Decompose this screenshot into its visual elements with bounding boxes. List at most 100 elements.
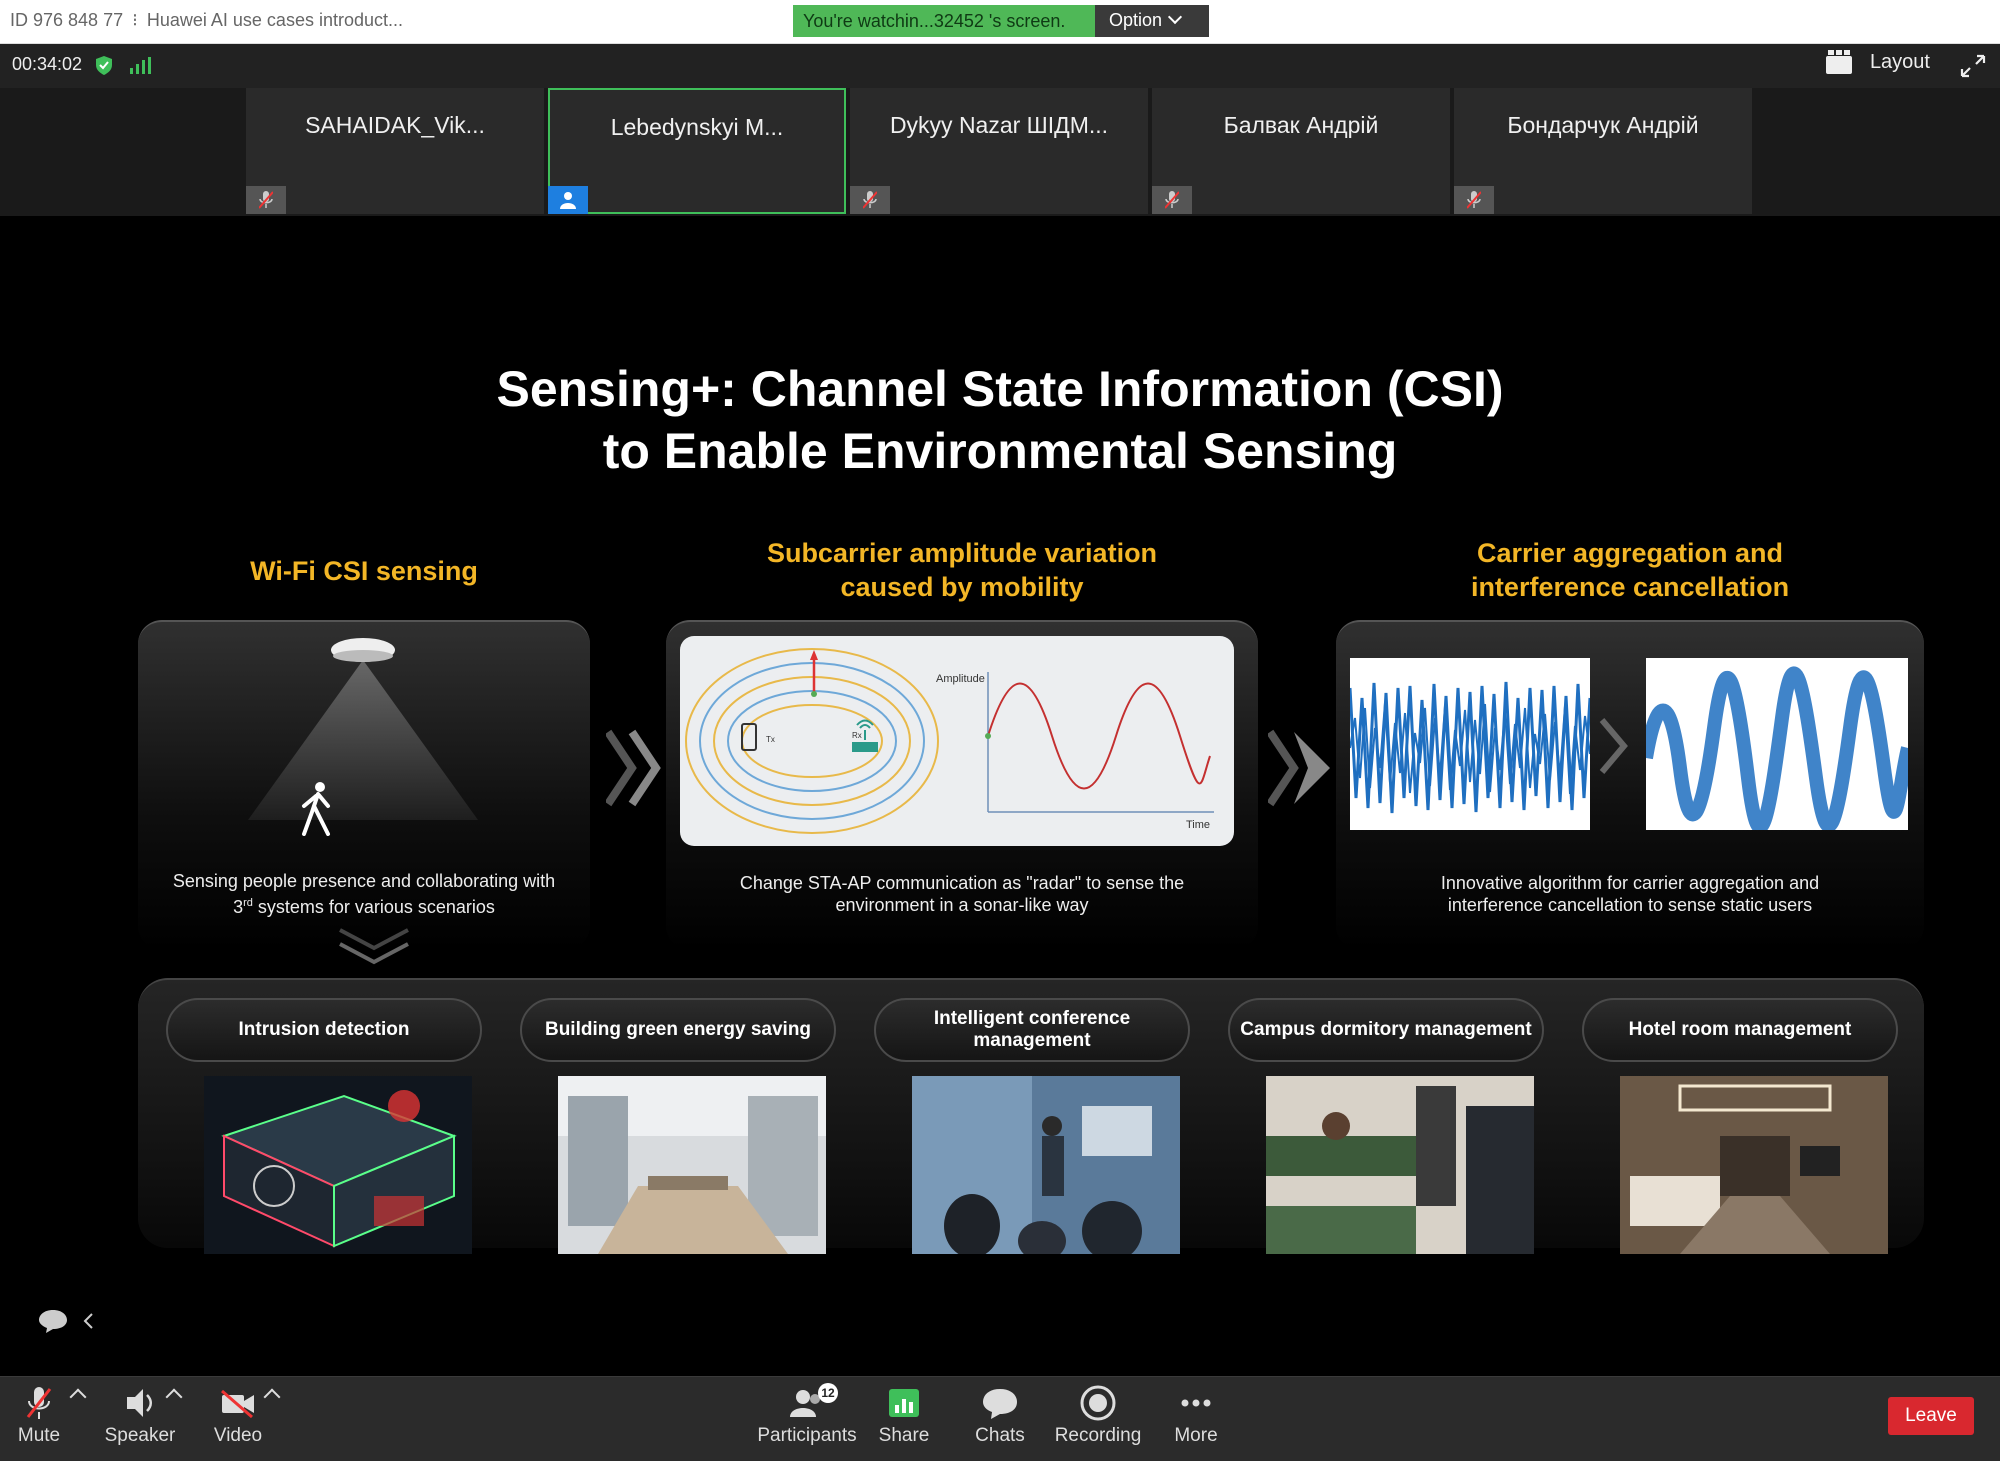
caption-line: interference cancellation to sense stati… <box>1447 895 1813 915</box>
scenario-label: Intelligent conference management <box>874 998 1190 1062</box>
screen-share-banner: You're watchin...32452 's screen. Option <box>793 5 1209 37</box>
participant-tile-active-speaker[interactable]: Lebedynskyi M... <box>548 88 846 214</box>
mute-button[interactable]: Mute <box>0 1383 78 1459</box>
intrusion-floorplan-image <box>204 1076 472 1254</box>
participant-tile[interactable]: Балвак Андрій <box>1152 88 1450 214</box>
caption-prefix: 3 <box>233 897 244 917</box>
hotel-room-image <box>1620 1076 1888 1254</box>
scenario-hotel-room-management: Hotel room management <box>1582 998 1898 1254</box>
time-axis-label: Time <box>1186 819 1210 831</box>
noisy-signal-plot <box>1350 658 1590 830</box>
participant-tile[interactable]: Бондарчук Андрій <box>1454 88 1752 214</box>
chats-button[interactable]: Chats <box>960 1383 1040 1459</box>
fullscreen-icon[interactable] <box>1960 54 1986 78</box>
participant-name: Dykyy Nazar ШІДМ... <box>889 112 1109 138</box>
walking-person-icon <box>302 782 330 836</box>
chat-bubble-icon <box>39 1310 67 1333</box>
record-icon <box>1080 1385 1116 1421</box>
scenario-conference-management: Intelligent conference management <box>874 998 1190 1254</box>
leave-button[interactable]: Leave <box>1888 1397 1974 1435</box>
conference-room-image <box>912 1076 1180 1254</box>
muted-mic-icon <box>1454 186 1494 214</box>
recording-label: Recording <box>1054 1425 1142 1446</box>
panel-caption: Sensing people presence and collaboratin… <box>138 870 590 918</box>
application-scenarios: Intrusion detection Building green energ… <box>138 978 1924 1254</box>
tx-label: Tx <box>766 735 775 744</box>
more-label: More <box>1174 1425 1218 1446</box>
title-separator: ⁝ <box>132 10 138 30</box>
window-title-bar: ID 976 848 77 ⁝ Huawei AI use cases intr… <box>0 0 2000 44</box>
slide-title-line-1: Sensing+: Channel State Information (CSI… <box>496 361 1504 417</box>
heading-line: interference cancellation <box>1470 572 1790 602</box>
panel-wifi-csi-sensing: Sensing people presence and collaboratin… <box>138 620 590 950</box>
meeting-info: ID 976 848 77 ⁝ Huawei AI use cases intr… <box>10 10 403 31</box>
layout-button[interactable]: Layout <box>1825 50 1930 74</box>
panel-carrier-aggregation: Innovative algorithm for carrier aggrega… <box>1336 620 1924 950</box>
fresnel-zones-and-amplitude-diagram: Tx Rx Amplitude Time <box>685 648 1214 834</box>
meeting-status-bar: 00:34:02 Layout <box>0 44 2000 88</box>
participant-name: Бондарчук Андрій <box>1507 112 1699 138</box>
chevron-down-icon <box>1167 9 1183 25</box>
speaker-label: Speaker <box>104 1425 176 1446</box>
panel-subcarrier-amplitude: Tx Rx Amplitude Time Change STA-AP commu… <box>666 620 1258 950</box>
muted-mic-icon <box>1152 186 1192 214</box>
video-label: Video <box>213 1425 263 1446</box>
muted-mic-icon <box>246 186 286 214</box>
scenario-label: Intrusion detection <box>166 998 482 1062</box>
meeting-title: Huawei AI use cases introduct... <box>146 10 403 30</box>
participant-name: SAHAIDAK_Vik... <box>305 112 485 138</box>
recording-button[interactable]: Recording <box>1048 1383 1148 1459</box>
meeting-timer: 00:34:02 <box>12 54 83 74</box>
share-button[interactable]: Share <box>864 1383 944 1459</box>
participants-label: Participants <box>757 1425 857 1446</box>
arrow-right-icon <box>1599 718 1628 774</box>
heading-subcarrier-amplitude: Subcarrier amplitude variation caused by… <box>666 536 1258 604</box>
chat-icon <box>983 1389 1017 1419</box>
heading-line: Subcarrier amplitude variation <box>766 538 1158 568</box>
more-dots-icon <box>1181 1399 1211 1407</box>
chat-panel-toggle[interactable] <box>38 1308 94 1334</box>
option-label: Option <box>1109 10 1163 30</box>
slide-title-line-2: to Enable Environmental Sensing <box>602 423 1398 479</box>
panel-caption: Change STA-AP communication as "radar" t… <box>666 872 1258 916</box>
heading-line: Wi-Fi CSI sensing <box>250 556 478 586</box>
participants-button[interactable]: 12 Participants <box>752 1383 862 1459</box>
meeting-id: ID 976 848 77 <box>10 10 124 30</box>
muted-microphone-icon <box>26 1387 52 1419</box>
office-interior-image <box>558 1076 826 1254</box>
scenario-intrusion-detection: Intrusion detection <box>166 998 482 1254</box>
share-label: Share <box>878 1425 930 1446</box>
ceiling-ap-illustration <box>248 638 478 820</box>
view-option-button[interactable]: Option <box>1095 5 1209 37</box>
speaker-icon <box>127 1389 152 1417</box>
rx-label: Rx <box>852 731 862 740</box>
more-button[interactable]: More <box>1156 1383 1236 1459</box>
caption-line: Sensing people presence and collaboratin… <box>172 871 556 891</box>
arrow-down-icon <box>339 928 409 965</box>
participant-tile[interactable]: SAHAIDAK_Vik... <box>246 88 544 214</box>
slide-title: Sensing+: Channel State Information (CSI… <box>0 358 2000 482</box>
scenario-green-energy: Building green energy saving <box>520 998 836 1254</box>
scenario-label: Building green energy saving <box>520 998 836 1062</box>
gallery-layout-icon <box>1825 50 1852 74</box>
mute-label: Mute <box>17 1425 61 1446</box>
network-signal-icon[interactable] <box>130 57 152 74</box>
arrow-right-icon <box>1268 729 1330 807</box>
scenario-dormitory-management: Campus dormitory management <box>1228 998 1544 1254</box>
caption-line: Change STA-AP communication as "radar" t… <box>739 873 1185 893</box>
chats-label: Chats <box>975 1425 1025 1446</box>
scenario-label: Campus dormitory management <box>1228 998 1544 1062</box>
shield-check-icon[interactable] <box>96 56 112 75</box>
participant-tile[interactable]: Dykyy Nazar ШІДМ... <box>850 88 1148 214</box>
video-off-icon <box>221 1389 254 1419</box>
share-screen-icon <box>889 1389 919 1417</box>
participant-name: Lebedynskyi M... <box>610 114 784 140</box>
panel-caption: Innovative algorithm for carrier aggrega… <box>1336 872 1924 916</box>
caption-line: Innovative algorithm for carrier aggrega… <box>1440 873 1820 893</box>
user-avatar-icon <box>548 186 588 214</box>
arrow-right-icon <box>606 729 661 807</box>
watching-message: You're watchin...32452 's screen. <box>793 5 1095 37</box>
heading-line: Carrier aggregation and <box>1476 538 1784 568</box>
heading-line: caused by mobility <box>840 572 1084 602</box>
amplitude-axis-label: Amplitude <box>936 673 985 685</box>
